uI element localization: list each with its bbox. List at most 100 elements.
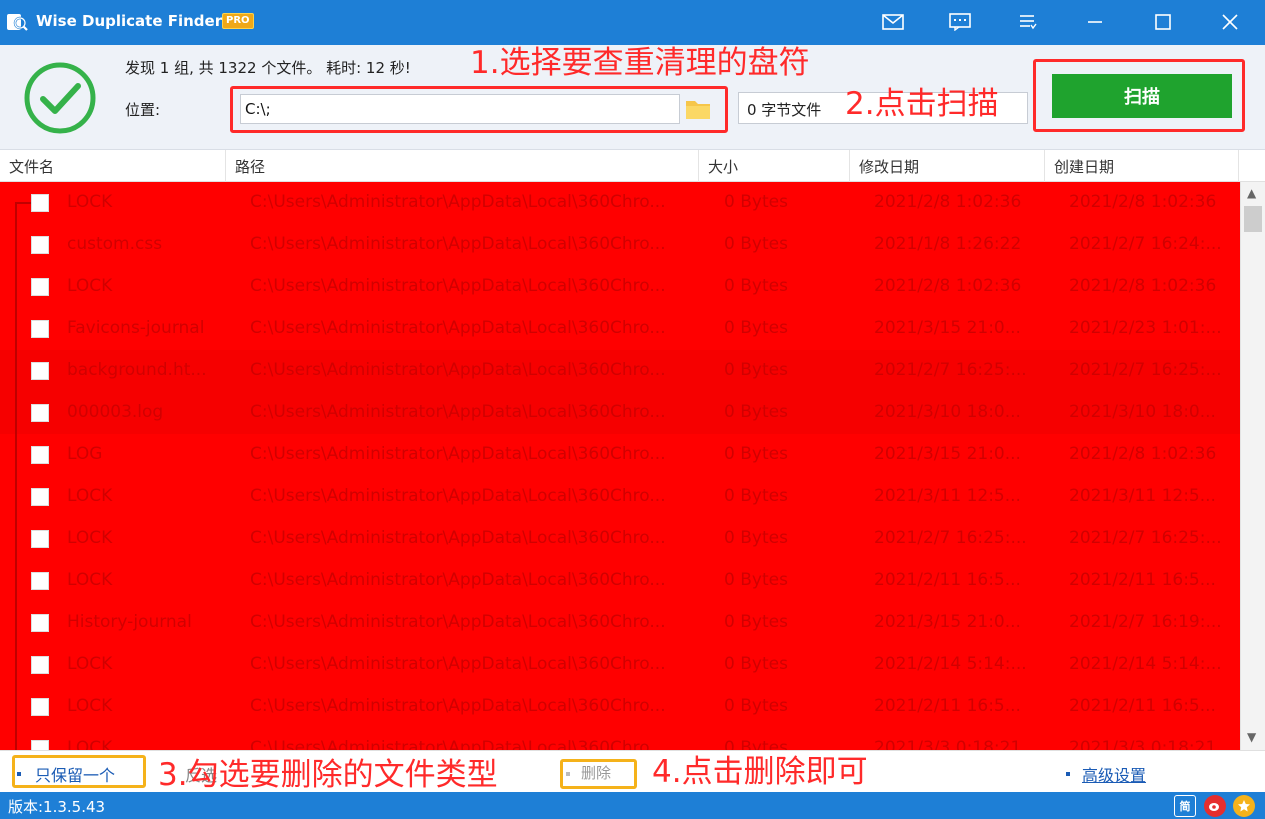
row-checkbox[interactable] (31, 404, 49, 422)
column-divider (1044, 150, 1045, 182)
cell-created: 2021/2/8 1:02:36 (1069, 192, 1217, 212)
cell-modified: 2021/3/3 0:18:21 (874, 738, 1022, 750)
table-row[interactable]: custom.css C:\Users\Administrator\AppData… (0, 224, 1240, 266)
row-checkbox[interactable] (31, 530, 49, 548)
column-divider (1238, 150, 1239, 182)
column-divider (849, 150, 850, 182)
cell-size: 0 Bytes (724, 696, 788, 716)
weibo-icon[interactable] (1204, 795, 1226, 817)
cell-filename: LOCK (67, 696, 113, 716)
advanced-settings-link[interactable]: 高级设置 (1082, 762, 1146, 786)
table-row[interactable]: 000003.log C:\Users\Administrator\AppData… (0, 392, 1240, 434)
column-header-modified[interactable]: 修改日期 (859, 156, 919, 177)
cell-created: 2021/2/7 16:19:... (1069, 612, 1222, 632)
row-checkbox[interactable] (31, 698, 49, 716)
table-row[interactable]: LOCK C:\Users\Administrator\AppData\Local… (0, 728, 1240, 750)
success-check-icon (24, 62, 96, 134)
cell-filename: LOCK (67, 570, 113, 590)
cell-modified: 2021/1/8 1:26:22 (874, 234, 1022, 254)
bullet-dot (1066, 772, 1070, 776)
cell-size: 0 Bytes (724, 612, 788, 632)
status-bar: 版本:1.3.5.43 简 (0, 792, 1265, 819)
table-row[interactable]: LOCK C:\Users\Administrator\AppData\Local… (0, 266, 1240, 308)
pro-badge: PRO (222, 13, 254, 29)
cell-size: 0 Bytes (724, 402, 788, 422)
cell-created: 2021/2/11 16:5... (1069, 696, 1216, 716)
cell-size: 0 Bytes (724, 654, 788, 674)
cell-filename: Favicons-journal (67, 318, 205, 338)
row-checkbox[interactable] (31, 656, 49, 674)
table-row[interactable]: LOCK C:\Users\Administrator\AppData\Local… (0, 686, 1240, 728)
cell-filename: LOCK (67, 192, 113, 212)
table-row[interactable]: background.ht... C:\Users\Administrator\A… (0, 350, 1240, 392)
cell-modified: 2021/3/15 21:0... (874, 612, 1021, 632)
close-icon[interactable] (1215, 8, 1245, 36)
cell-filename: LOCK (67, 486, 113, 506)
cell-size: 0 Bytes (724, 528, 788, 548)
star-rate-icon[interactable] (1233, 795, 1255, 817)
maximize-icon[interactable] (1148, 8, 1178, 36)
menu-icon[interactable] (1013, 8, 1043, 36)
cell-modified: 2021/2/8 1:02:36 (874, 192, 1022, 212)
cell-path: C:\Users\Administrator\AppData\Local\360… (250, 654, 666, 674)
annotation-box-delete (560, 759, 637, 789)
scroll-down-icon[interactable]: ▼ (1247, 730, 1256, 744)
table-row[interactable]: LOCK C:\Users\Administrator\AppData\Local… (0, 476, 1240, 518)
table-row[interactable]: LOCK C:\Users\Administrator\AppData\Local… (0, 518, 1240, 560)
table-row[interactable]: LOCK C:\Users\Administrator\AppData\Local… (0, 182, 1240, 224)
annotation-step2: 2.点击扫描 (845, 86, 999, 122)
column-header-created[interactable]: 创建日期 (1054, 156, 1114, 177)
cell-size: 0 Bytes (724, 486, 788, 506)
cell-size: 0 Bytes (724, 360, 788, 380)
row-checkbox[interactable] (31, 194, 49, 212)
cell-created: 2021/3/10 18:0... (1069, 402, 1216, 422)
location-label: 位置: (125, 101, 161, 119)
cell-filename: LOCK (67, 528, 113, 548)
cell-modified: 2021/3/10 18:0... (874, 402, 1021, 422)
column-header-size[interactable]: 大小 (708, 156, 738, 177)
cell-created: 2021/3/3 0:18:21 (1069, 738, 1217, 750)
cell-filename: background.ht... (67, 360, 207, 380)
cell-path: C:\Users\Administrator\AppData\Local\360… (250, 612, 666, 632)
window-title: Wise Duplicate Finder (36, 12, 223, 30)
cell-size: 0 Bytes (724, 444, 788, 464)
annotation-box-keep-one (12, 755, 146, 788)
row-checkbox[interactable] (31, 362, 49, 380)
minimize-icon[interactable] (1080, 8, 1110, 36)
cell-path: C:\Users\Administrator\AppData\Local\360… (250, 444, 666, 464)
table-row[interactable]: LOCK C:\Users\Administrator\AppData\Local… (0, 644, 1240, 686)
cell-created: 2021/2/11 16:5... (1069, 570, 1216, 590)
cell-filename: custom.css (67, 234, 163, 254)
cell-path: C:\Users\Administrator\AppData\Local\360… (250, 234, 666, 254)
scrollbar-thumb[interactable] (1244, 206, 1262, 232)
cell-created: 2021/2/7 16:24:... (1069, 234, 1222, 254)
chinese-lang-icon[interactable]: 简 (1174, 795, 1196, 817)
cell-path: C:\Users\Administrator\AppData\Local\360… (250, 486, 666, 506)
mail-icon[interactable] (878, 8, 908, 36)
column-divider (225, 150, 226, 182)
cell-created: 2021/2/14 5:14:... (1069, 654, 1222, 674)
table-row[interactable]: LOG C:\Users\Administrator\AppData\Local\… (0, 434, 1240, 476)
vertical-scrollbar[interactable]: ▲ ▼ (1240, 182, 1265, 750)
cell-size: 0 Bytes (724, 570, 788, 590)
feedback-icon[interactable] (945, 8, 975, 36)
row-checkbox[interactable] (31, 488, 49, 506)
table-row[interactable]: LOCK C:\Users\Administrator\AppData\Local… (0, 560, 1240, 602)
row-checkbox[interactable] (31, 446, 49, 464)
column-header-filename[interactable]: 文件名 (9, 156, 54, 177)
cell-modified: 2021/2/8 1:02:36 (874, 276, 1022, 296)
row-checkbox[interactable] (31, 320, 49, 338)
table-row[interactable]: Favicons-journal C:\Users\Administrator\A… (0, 308, 1240, 350)
row-checkbox[interactable] (31, 614, 49, 632)
column-header-path[interactable]: 路径 (235, 156, 265, 177)
app-logo-icon (7, 14, 28, 31)
cell-filename: 000003.log (67, 402, 164, 422)
row-checkbox[interactable] (31, 236, 49, 254)
row-checkbox[interactable] (31, 572, 49, 590)
row-checkbox[interactable] (31, 740, 49, 750)
scan-summary: 发现 1 组, 共 1322 个文件。 耗时: 12 秒! (125, 59, 411, 77)
row-checkbox[interactable] (31, 278, 49, 296)
cell-filename: LOCK (67, 738, 113, 750)
scroll-up-icon[interactable]: ▲ (1247, 186, 1256, 200)
table-row[interactable]: History-journal C:\Users\Administrator\Ap… (0, 602, 1240, 644)
